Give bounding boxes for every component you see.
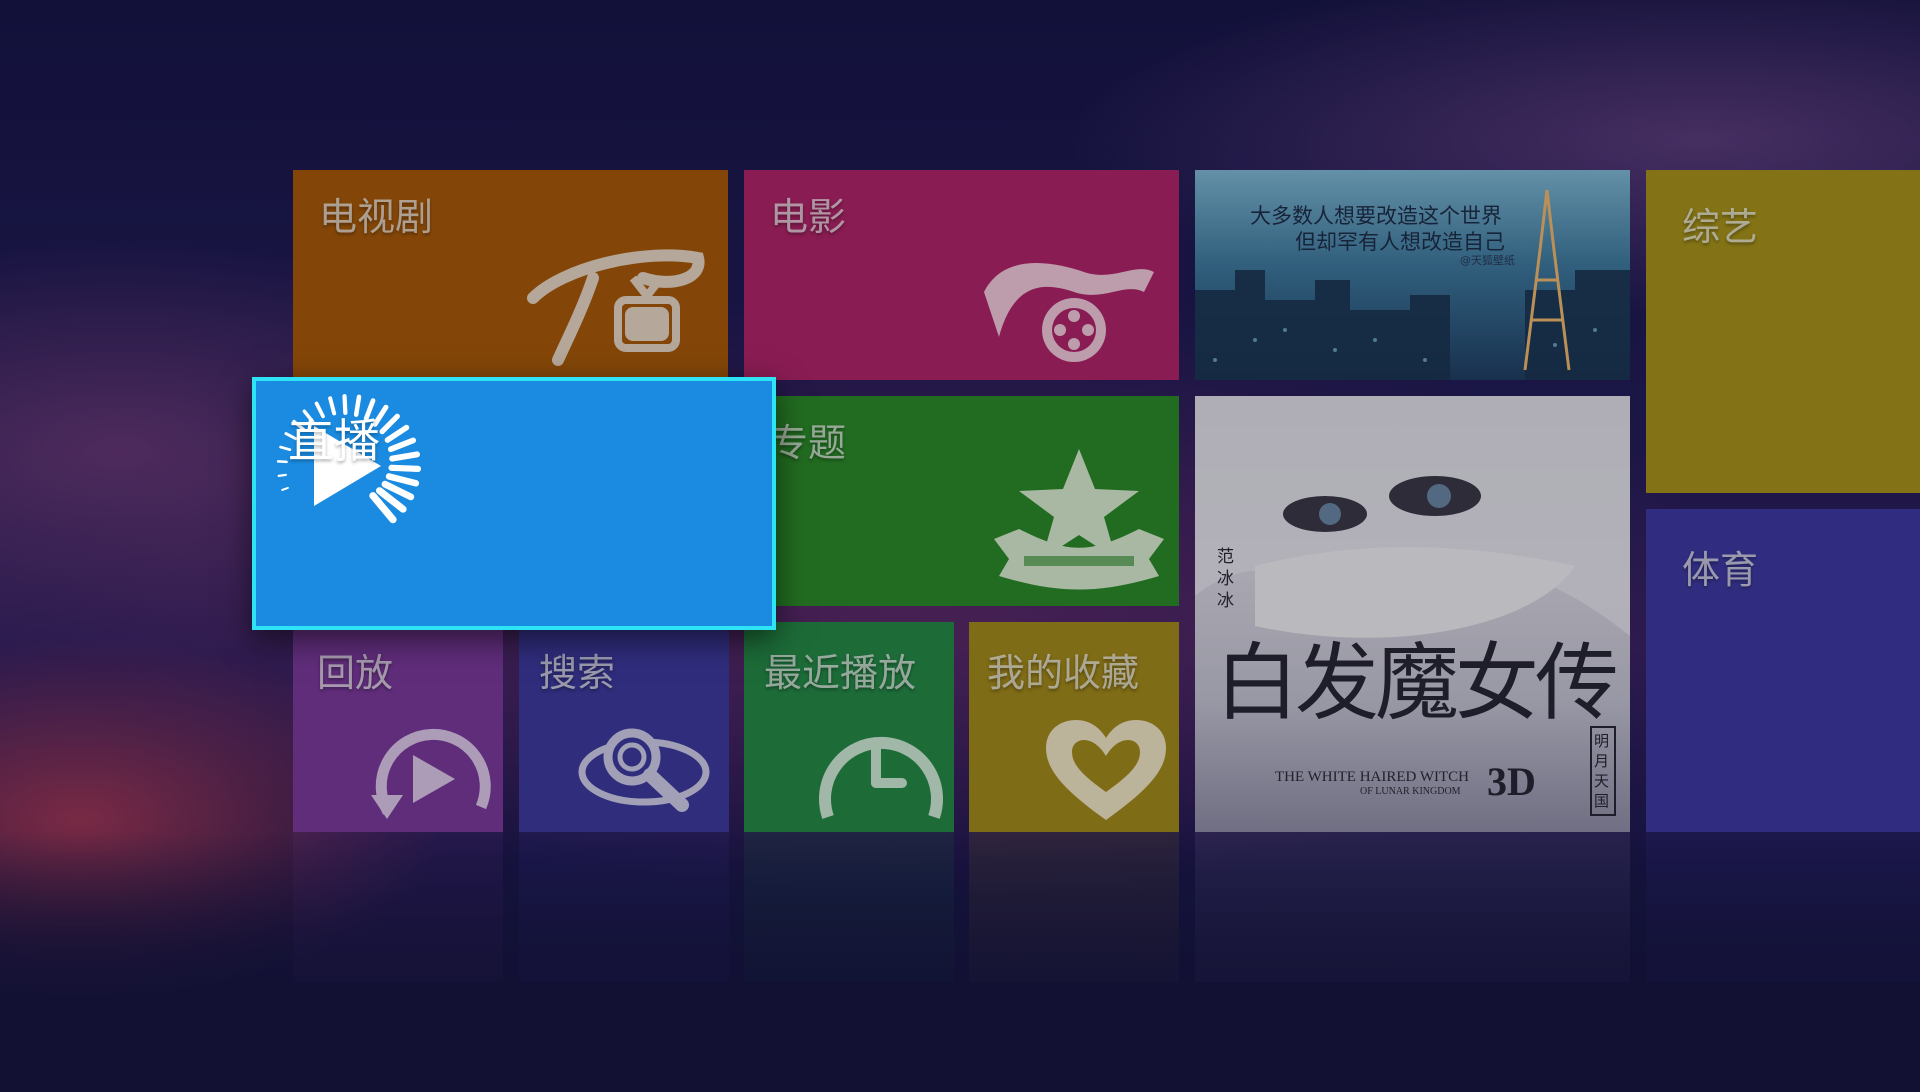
poster-witch-subtitle-en: OF LUNAR KINGDOM (1360, 786, 1461, 797)
poster-white-haired-witch[interactable]: 白发魔女传 范冰冰 THE WHITE HAIRED WITCH OF LUNA… (1195, 396, 1630, 832)
poster-witch-title-cn: 白发魔女传 (1215, 634, 1619, 732)
poster-witch-actor: 范冰冰 (1217, 547, 1234, 611)
poster-witch-title-en: THE WHITE HAIRED WITCH (1275, 769, 1469, 785)
tile-search[interactable]: 搜索 (519, 622, 729, 832)
heart-icon (1046, 720, 1166, 820)
tile-favorites-label: 我的收藏 (987, 651, 1140, 695)
tile-live-label: 直播 (288, 414, 380, 468)
tile-topics-label: 专题 (770, 421, 847, 465)
play-icon-tick (276, 460, 288, 464)
tv-icon (527, 249, 705, 366)
play-icon-tick (388, 464, 422, 473)
play-icon-tick (379, 413, 400, 435)
tile-tv-series-label: 电视剧 (319, 195, 434, 239)
tile-replay[interactable]: 回放 (293, 622, 503, 832)
poster-witch-side-text: 明月天国 (1590, 726, 1616, 816)
tile-recent-label: 最近播放 (764, 651, 917, 695)
tile-variety-label: 综艺 (1682, 205, 1759, 249)
tile-movies[interactable]: 电影 (744, 170, 1179, 380)
poster-city[interactable]: 大多数人想要改造这个世界 但却罕有人想改造自己 @天狐壁纸 (1195, 170, 1630, 380)
tile-variety[interactable]: 综艺 (1646, 170, 1920, 493)
tile-live-focused[interactable]: 直播 (252, 377, 776, 630)
star-ribbon-icon (994, 449, 1164, 590)
play-icon-tick (389, 451, 421, 462)
replay-icon (371, 728, 491, 819)
tile-replay-label: 回放 (317, 651, 394, 695)
tile-tv-series[interactable]: 电视剧 (293, 170, 728, 380)
search-icon (578, 728, 710, 812)
play-icon-tick (384, 424, 410, 443)
play-icon-tick (385, 473, 420, 487)
film-reel-icon (984, 263, 1154, 362)
tile-sports-label: 体育 (1682, 548, 1759, 592)
tile-favorites[interactable]: 我的收藏 (969, 622, 1179, 832)
poster-witch-artwork (1195, 396, 1630, 638)
poster-city-credit: @天狐壁纸 (1460, 254, 1515, 267)
clock-icon (819, 736, 943, 819)
play-icon-tick (277, 473, 287, 477)
poster-witch-3d-badge: 3D (1487, 759, 1536, 804)
play-icon-tick (387, 437, 417, 453)
tile-topics[interactable]: 专题 (744, 396, 1179, 606)
play-icon-tick (281, 486, 289, 491)
tile-search-label: 搜索 (539, 651, 616, 695)
reflection-fade (0, 832, 1920, 1092)
tile-movies-label: 电影 (770, 195, 847, 239)
tile-recent[interactable]: 最近播放 (744, 622, 954, 832)
tile-sports[interactable]: 体育 (1646, 509, 1920, 832)
